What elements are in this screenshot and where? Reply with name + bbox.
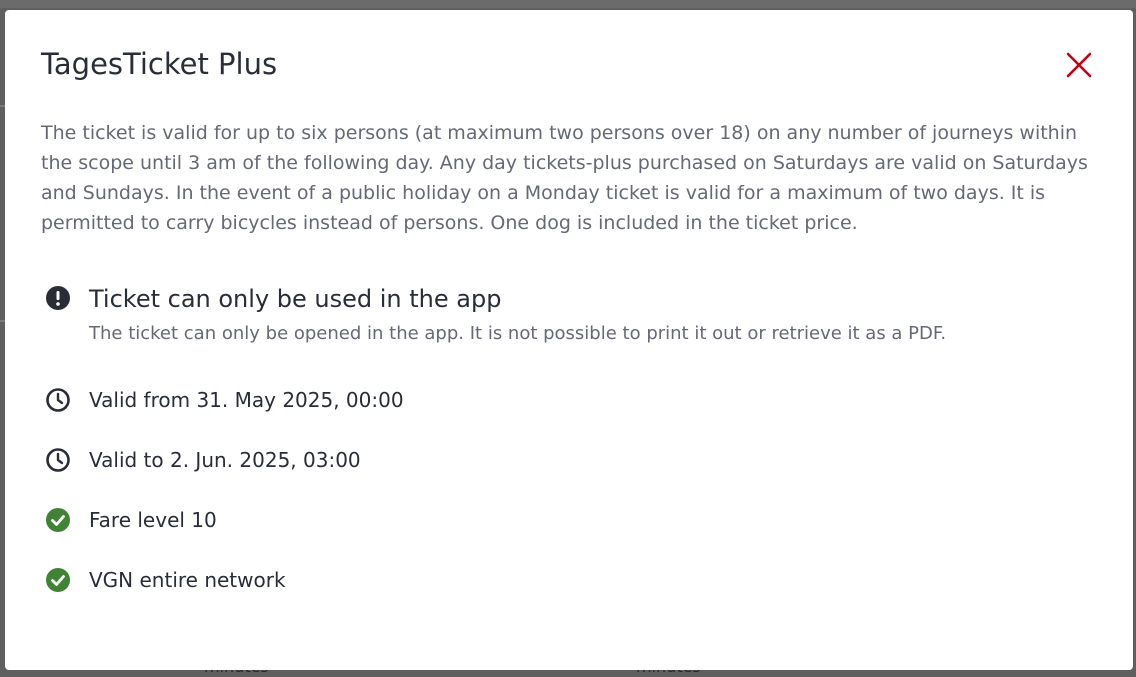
check-circle-icon (46, 568, 70, 592)
feature-title: VGN entire network (89, 568, 286, 592)
background-header-bar (0, 0, 1136, 8)
feature-title: Valid to 2. Jun. 2025, 03:00 (89, 448, 361, 472)
clock-icon (46, 448, 70, 472)
feature-valid-to: Valid to 2. Jun. 2025, 03:00 (45, 446, 1105, 476)
feature-title: Fare level 10 (89, 508, 217, 532)
clock-icon (46, 388, 70, 412)
feature-network: VGN entire network (45, 566, 1105, 596)
close-button[interactable] (1061, 47, 1097, 83)
feature-fare-level: Fare level 10 (45, 506, 1105, 536)
feature-subtitle: The ticket can only be opened in the app… (89, 323, 947, 344)
check-circle-icon (46, 508, 70, 532)
alert-icon (46, 286, 70, 310)
ticket-description: The ticket is valid for up to six person… (41, 122, 1088, 234)
feature-app-only: Ticket can only be used in the app The t… (45, 284, 1105, 354)
feature-valid-from: Valid from 31. May 2025, 00:00 (45, 386, 1105, 416)
dialog-title: TagesTicket Plus (41, 47, 278, 81)
ticket-details-dialog: TagesTicket Plus The ticket is valid for… (5, 10, 1133, 670)
close-icon (1066, 52, 1092, 78)
feature-title: Valid from 31. May 2025, 00:00 (89, 388, 404, 412)
feature-title: Ticket can only be used in the app (89, 285, 502, 313)
